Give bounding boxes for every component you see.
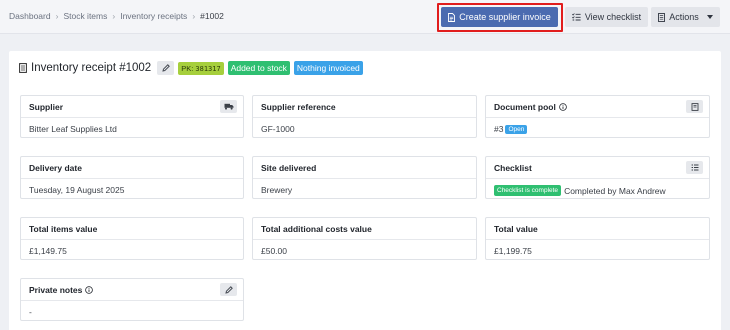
delivery-date-card: Delivery date Tuesday, 19 August 2025 [20,156,244,199]
total-items-value-card: Total items value £1,149.75 [20,217,244,260]
total-additional-costs-value: £50.00 [261,246,287,256]
document-pool-card: Document pool #3 Open [485,95,710,138]
book-icon [691,102,698,111]
view-checklist-label: View checklist [584,12,642,22]
checklist-button[interactable] [686,161,703,174]
pk-label: PK: [181,63,194,73]
pk-code: 381317 [195,64,221,73]
supplier-reference-card: Supplier reference GF-1000 [252,95,477,138]
total-items-value: £1,149.75 [29,246,67,256]
site-delivered-card: Site delivered Brewery [252,156,477,199]
document-pool-label: Document pool [494,102,556,112]
breadcrumb-separator: › [112,11,116,21]
private-notes-card: Private notes - [20,278,244,321]
checklist-label: Checklist [494,163,532,173]
breadcrumb-separator: › [55,11,59,21]
stock-status-badge: Added to stock [227,61,290,75]
supplier-card: Supplier Bitter Leaf Supplies Ltd [20,95,244,138]
supplier-value[interactable]: Bitter Leaf Supplies Ltd [29,124,117,134]
actions-label: Actions [669,12,699,22]
checklist-complete-badge: Checklist is complete [494,185,562,196]
receipt-icon [19,63,27,73]
view-checklist-button[interactable]: View checklist [565,7,648,27]
truck-icon [224,103,233,110]
total-additional-costs-label: Total additional costs value [261,224,372,234]
document-pool-value[interactable]: #3 [494,124,503,134]
total-items-value-label: Total items value [29,224,98,234]
total-value-label: Total value [494,224,538,234]
info-icon[interactable] [85,286,94,294]
breadcrumb: Dashboard › Stock items › Inventory receipts… [9,11,224,21]
open-status-badge: Open [505,124,528,134]
edit-title-button[interactable] [157,61,175,75]
actions-dropdown-button[interactable]: Actions [651,7,720,27]
breadcrumb-dashboard[interactable]: Dashboard [9,11,51,21]
document-pool-label-row: Document pool [494,102,567,112]
supplier-reference-value: GF-1000 [261,124,295,134]
document-pool-button[interactable] [686,100,703,113]
chevron-down-icon [706,15,713,19]
site-delivered-value: Brewery [261,185,293,195]
supplier-reference-label: Supplier reference [261,102,336,112]
checklist-icon [691,164,698,171]
receipt-panel: Inventory receipt #1002 PK: 381317 Added… [9,51,721,330]
private-notes-label-row: Private notes [29,285,94,295]
private-notes-value: - [29,307,32,317]
invoice-status-badge: Nothing invoiced [293,61,363,75]
delivery-date-value: Tuesday, 19 August 2025 [29,185,125,195]
pencil-icon [162,64,170,72]
info-icon[interactable] [559,103,567,111]
breadcrumb-stock-items[interactable]: Stock items [63,11,107,21]
total-additional-costs-card: Total additional costs value £50.00 [252,217,477,260]
checklist-card: Checklist Checklist is complete Complete… [485,156,710,199]
supplier-label: Supplier [29,102,64,112]
title-row: Inventory receipt #1002 PK: 381317 Added… [19,59,363,77]
document-icon [658,12,666,22]
document-pool-value-row: #3 Open [494,124,528,134]
breadcrumb-current: #1002 [200,11,224,21]
top-bar: Dashboard › Stock items › Inventory receipts… [0,0,730,34]
site-delivered-label: Site delivered [261,163,317,173]
breadcrumb-inventory-receipts[interactable]: Inventory receipts [120,11,187,21]
create-supplier-invoice-label: Create supplier invoice [459,12,551,22]
page-title: Inventory receipt #1002 [31,62,152,74]
total-value-card: Total value £1,199.75 [485,217,710,260]
delivery-date-label: Delivery date [29,163,82,173]
checklist-icon [571,13,581,21]
create-supplier-invoice-button[interactable]: Create supplier invoice [441,7,558,27]
checklist-value-row: Checklist is complete Completed by Max A… [494,185,666,196]
total-value: £1,199.75 [494,246,532,256]
checklist-completed-by: Completed by Max Andrew [564,185,666,196]
supplier-link-button[interactable] [220,100,237,113]
breadcrumb-separator: › [192,11,196,21]
private-notes-label: Private notes [29,285,83,295]
document-icon [448,12,456,22]
pk-badge: PK: 381317 [178,61,224,75]
pencil-icon [224,285,233,294]
edit-private-notes-button[interactable] [220,283,237,296]
